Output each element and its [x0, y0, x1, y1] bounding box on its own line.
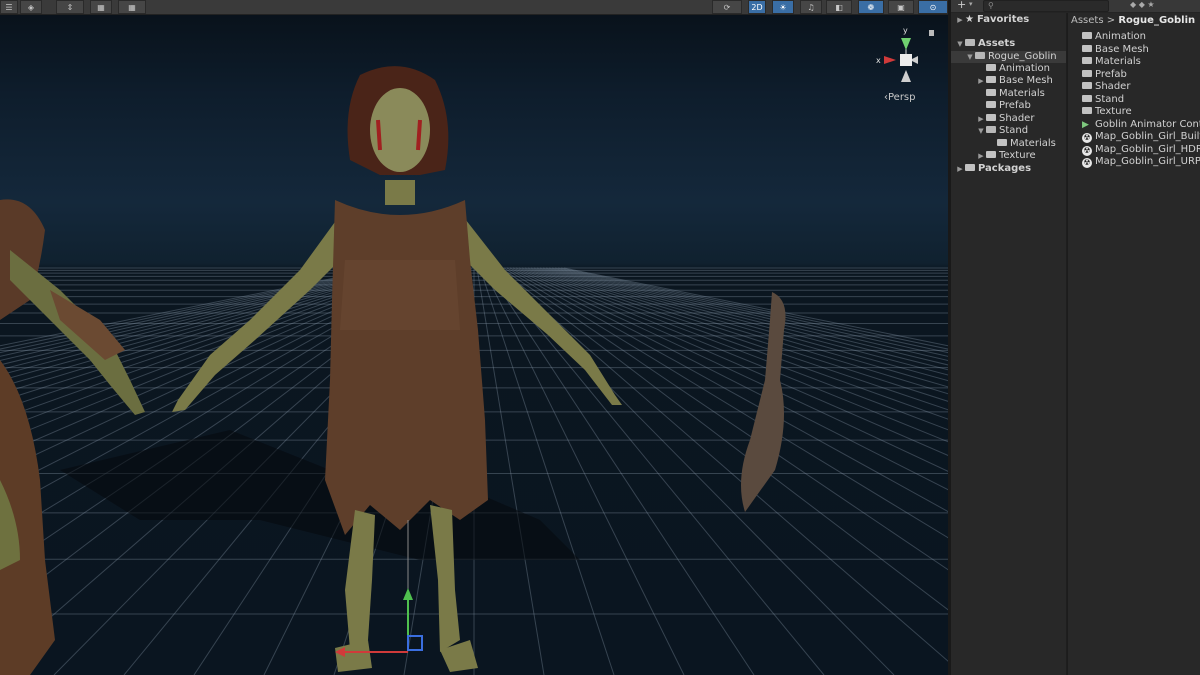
- expand-arrow-icon[interactable]: ▶: [976, 113, 986, 125]
- breadcrumb: Assets > Rogue_Goblin: [1071, 15, 1195, 26]
- folder-icon: [1082, 57, 1092, 64]
- lock-icon[interactable]: [929, 30, 934, 36]
- tree-favorites[interactable]: ▶ ★ Favorites: [955, 14, 1029, 26]
- filter-icons[interactable]: ◆ ◆ ★: [1130, 0, 1155, 9]
- folder-icon: [1082, 32, 1092, 39]
- tools-button[interactable]: ⟳: [712, 0, 742, 14]
- list-item-texture[interactable]: Texture: [1082, 106, 1132, 118]
- tree-assets[interactable]: ▼ Assets: [955, 38, 1015, 50]
- tree-animation[interactable]: Animation: [986, 63, 1050, 75]
- gizmo-x-label: x: [876, 56, 881, 65]
- tree-stand-materials[interactable]: Materials: [997, 138, 1056, 150]
- folder-icon: [965, 39, 975, 46]
- pivot-button[interactable]: ⇕: [56, 0, 84, 14]
- folder-icon: [986, 126, 996, 133]
- star-icon: ★: [965, 14, 974, 25]
- list-item-prefab[interactable]: Prefab: [1082, 69, 1127, 81]
- render-mode-button[interactable]: ◈: [20, 0, 42, 14]
- orientation-gizmo[interactable]: x y: [868, 24, 944, 96]
- character-model[interactable]: [0, 0, 948, 675]
- tree-rogue-goblin[interactable]: ▼ Rogue_Goblin: [951, 51, 1066, 63]
- audio-toggle-button[interactable]: ♫: [800, 0, 822, 14]
- list-item-base-mesh[interactable]: Base Mesh: [1082, 44, 1149, 56]
- list-item-stand[interactable]: Stand: [1082, 94, 1124, 106]
- expand-arrow-icon[interactable]: ▶: [976, 150, 986, 162]
- list-item-map-goblin-girl-builtin[interactable]: ☢Map_Goblin_Girl_Builtin: [1082, 131, 1200, 143]
- tree-materials[interactable]: Materials: [986, 88, 1045, 100]
- folder-icon: [965, 164, 975, 171]
- grid-button[interactable]: ▦: [118, 0, 146, 14]
- collapse-arrow-icon[interactable]: ▼: [965, 51, 975, 63]
- perspective-label[interactable]: ‹Persp: [884, 92, 916, 103]
- folder-icon: [1082, 107, 1092, 114]
- expand-arrow-icon[interactable]: ▶: [976, 75, 986, 87]
- folder-icon: [1082, 82, 1092, 89]
- tree-prefab[interactable]: Prefab: [986, 100, 1031, 112]
- expand-arrow-icon[interactable]: ▶: [955, 163, 965, 175]
- scene-toolbar: ☰ ◈ ⇕ ▦ ▦ ⟳ 2D ☀ ♫ ◧ ❁ ▣ ⊙: [0, 0, 948, 15]
- folder-icon: [997, 139, 1007, 146]
- material-radiation-icon: ☢: [1082, 146, 1092, 156]
- x-axis-cone-icon[interactable]: [884, 56, 896, 64]
- lighting-toggle-button[interactable]: ☀: [772, 0, 794, 14]
- y-axis-cone-icon[interactable]: [901, 38, 911, 50]
- animator-controller-icon: ▶: [1082, 120, 1089, 130]
- folder-icon: [1082, 70, 1092, 77]
- expand-arrow-icon[interactable]: ▶: [955, 14, 965, 26]
- 2d-toggle-button[interactable]: 2D: [748, 0, 766, 14]
- gizmos-button[interactable]: ⊙: [918, 0, 948, 14]
- draw-mode-button[interactable]: ☰: [0, 0, 18, 14]
- camera-button[interactable]: ▣: [888, 0, 914, 14]
- search-icon: ⚲: [988, 1, 994, 10]
- tree-stand[interactable]: ▼ Stand: [976, 125, 1028, 137]
- gizmo-center-cube-icon[interactable]: [900, 54, 912, 66]
- folder-icon: [1082, 45, 1092, 52]
- collapse-arrow-icon[interactable]: ▼: [976, 125, 986, 137]
- create-dropdown-icon[interactable]: ▾: [969, 0, 973, 8]
- folder-icon: [986, 89, 996, 96]
- tree-base-mesh[interactable]: ▶ Base Mesh: [976, 75, 1053, 87]
- search-input[interactable]: ⚲: [983, 0, 1109, 12]
- folder-icon: [986, 151, 996, 158]
- list-item-map-goblin-girl-hdrp[interactable]: ☢ Map_Goblin_Girl_HDRP: [1082, 144, 1200, 156]
- folder-icon: [986, 76, 996, 83]
- list-item-shader[interactable]: Shader: [1082, 81, 1130, 93]
- material-radiation-icon: ☢: [1082, 158, 1092, 168]
- folder-icon: [1082, 95, 1092, 102]
- breadcrumb-rogue-goblin[interactable]: Rogue_Goblin: [1118, 15, 1195, 26]
- snap-button[interactable]: ▦: [90, 0, 112, 14]
- scene-view[interactable]: ☰ ◈ ⇕ ▦ ▦ ⟳ 2D ☀ ♫ ◧ ❁ ▣ ⊙ x y ‹Persp: [0, 0, 948, 675]
- list-item-materials[interactable]: Materials: [1082, 56, 1141, 68]
- visibility-toggle-button[interactable]: ❁: [858, 0, 884, 14]
- breadcrumb-separator: >: [1106, 15, 1116, 26]
- folder-icon: [986, 101, 996, 108]
- collapse-arrow-icon[interactable]: ▼: [955, 38, 965, 50]
- tree-packages[interactable]: ▶ Packages: [955, 163, 1031, 175]
- tree-shader[interactable]: ▶ Shader: [976, 113, 1034, 125]
- list-item-map-goblin-girl-urp[interactable]: ☢ Map_Goblin_Girl_URP: [1082, 156, 1200, 168]
- breadcrumb-assets[interactable]: Assets: [1071, 15, 1104, 26]
- list-item-animation[interactable]: Animation: [1082, 31, 1146, 43]
- folder-icon: [986, 64, 996, 71]
- create-plus-icon[interactable]: +: [957, 0, 966, 11]
- list-item-goblin-animator-controller[interactable]: ▶Goblin Animator Controller: [1082, 119, 1200, 131]
- folder-icon: [975, 52, 985, 59]
- gizmo-y-label: y: [903, 26, 908, 35]
- tree-texture[interactable]: ▶ Texture: [976, 150, 1035, 162]
- material-radiation-icon: ☢: [1082, 133, 1092, 143]
- effects-toggle-button[interactable]: ◧: [826, 0, 852, 14]
- folder-icon: [986, 114, 996, 121]
